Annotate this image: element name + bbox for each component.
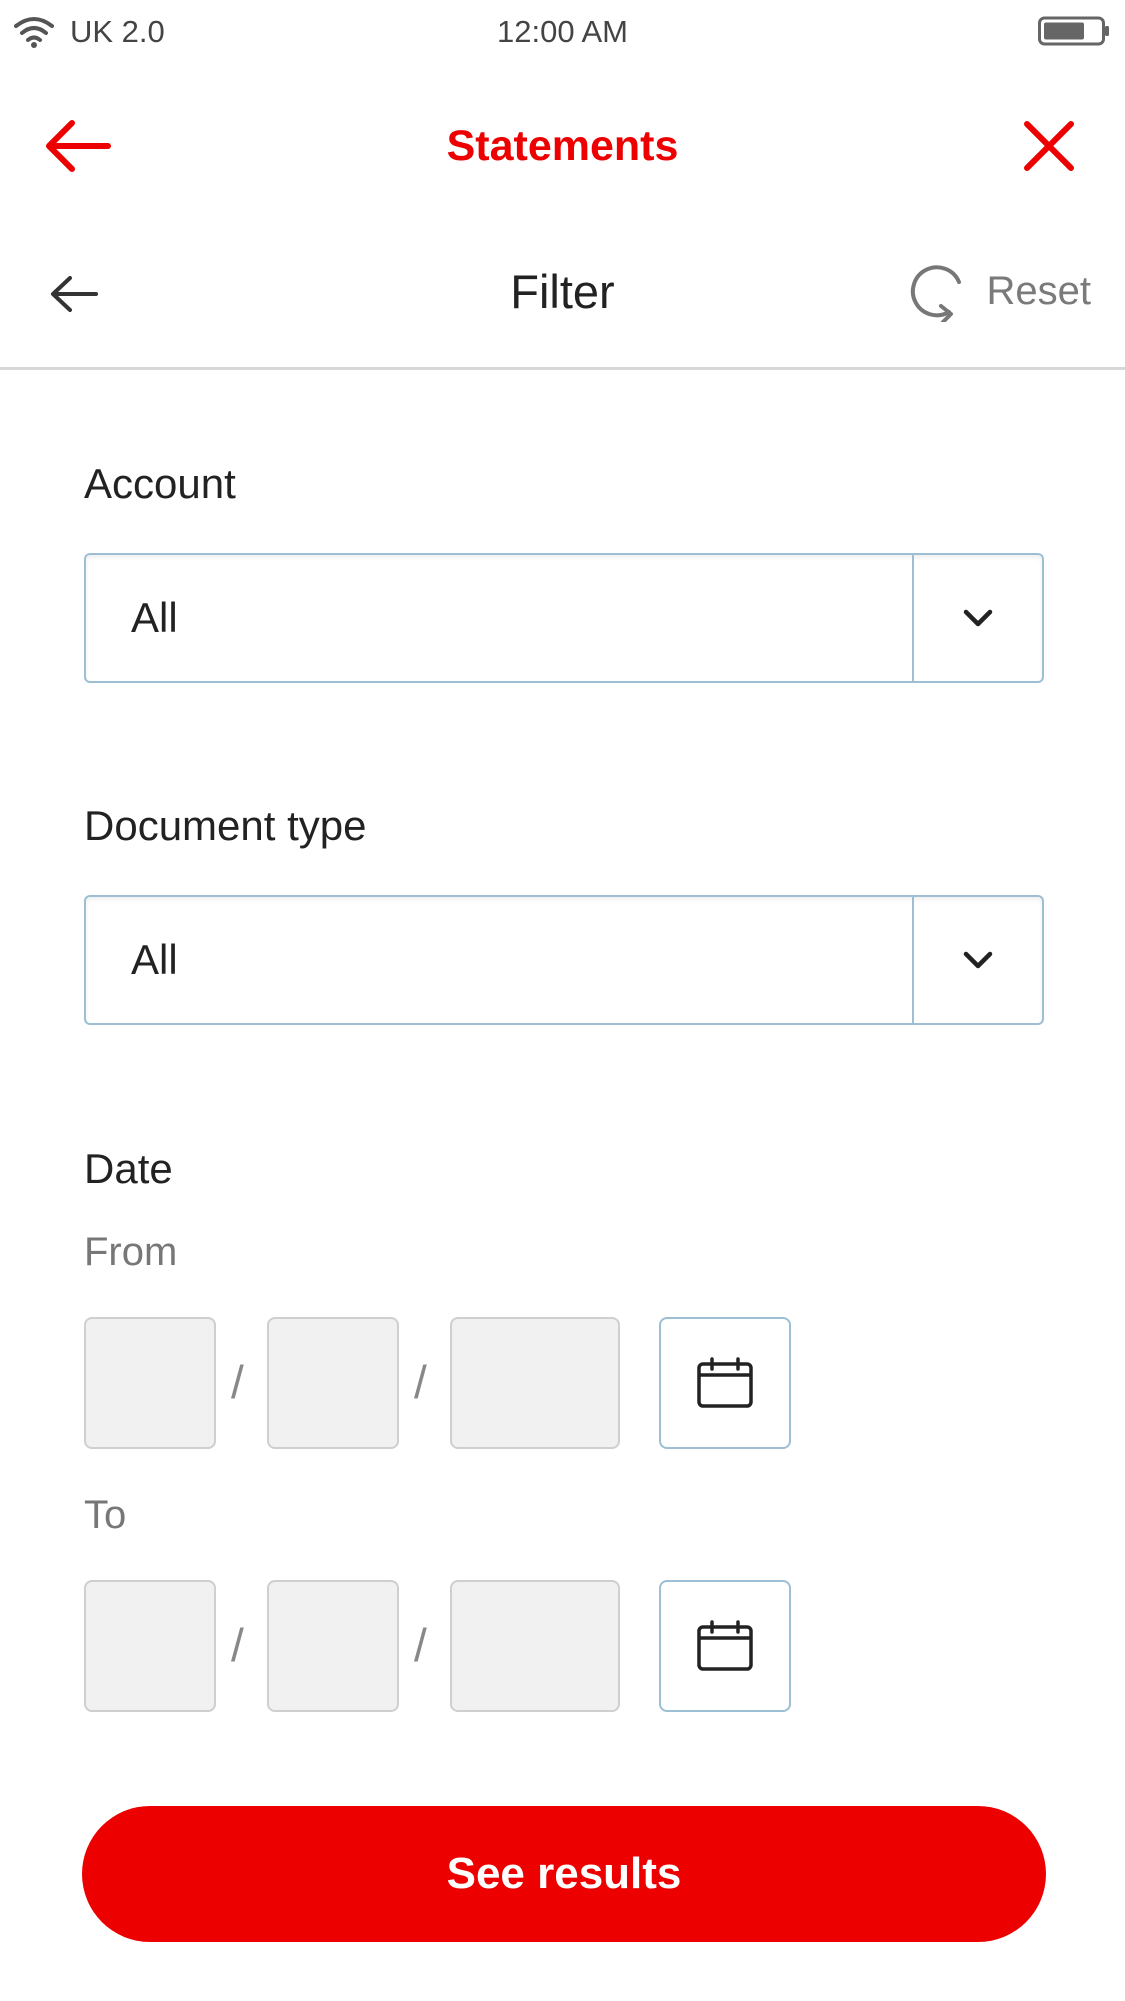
document-type-dropdown-toggle[interactable]	[912, 897, 1042, 1023]
account-select-value: All	[131, 594, 178, 641]
date-separator: /	[414, 1619, 427, 1671]
from-day-input[interactable]	[84, 1317, 216, 1449]
date-separator: /	[231, 1356, 244, 1408]
statements-filter-screen: UK 2.0 12:00 AM Statements Filter Reset	[0, 0, 1125, 2001]
account-label: Account	[84, 460, 236, 507]
date-to-row: / /	[84, 1580, 884, 1712]
date-label: Date	[84, 1145, 173, 1192]
see-results-button[interactable]: See results	[82, 1806, 1046, 1942]
account-dropdown-toggle[interactable]	[912, 555, 1042, 681]
calendar-icon	[697, 1620, 753, 1671]
page-title: Statements	[446, 122, 679, 170]
date-separator: /	[414, 1356, 427, 1408]
to-year-input[interactable]	[450, 1580, 620, 1712]
to-calendar-button[interactable]	[659, 1580, 791, 1712]
battery-icon	[1038, 16, 1109, 46]
reset-label: Reset	[986, 268, 1092, 313]
from-month-input[interactable]	[267, 1317, 399, 1449]
chevron-down-icon	[963, 609, 993, 627]
close-icon[interactable]	[1021, 118, 1077, 174]
status-bar: UK 2.0 12:00 AM	[0, 0, 1125, 70]
to-day-input[interactable]	[84, 1580, 216, 1712]
refresh-icon	[910, 265, 961, 322]
chevron-down-icon	[963, 951, 993, 969]
account-select[interactable]: All	[84, 553, 1044, 683]
filter-header: Filter Reset	[0, 230, 1125, 370]
date-from-row: / /	[84, 1317, 884, 1449]
date-from-label: From	[84, 1230, 178, 1274]
date-separator: /	[231, 1619, 244, 1671]
calendar-icon	[697, 1357, 753, 1408]
from-year-input[interactable]	[450, 1317, 620, 1449]
to-month-input[interactable]	[267, 1580, 399, 1712]
document-type-label: Document type	[84, 802, 367, 849]
document-type-select[interactable]: All	[84, 895, 1044, 1025]
date-to-label: To	[84, 1493, 127, 1537]
status-time: 12:00 AM	[497, 14, 628, 49]
document-type-select-value: All	[131, 936, 178, 983]
from-calendar-button[interactable]	[659, 1317, 791, 1449]
reset-button[interactable]: Reset	[907, 256, 1092, 326]
app-header: Statements	[0, 90, 1125, 210]
